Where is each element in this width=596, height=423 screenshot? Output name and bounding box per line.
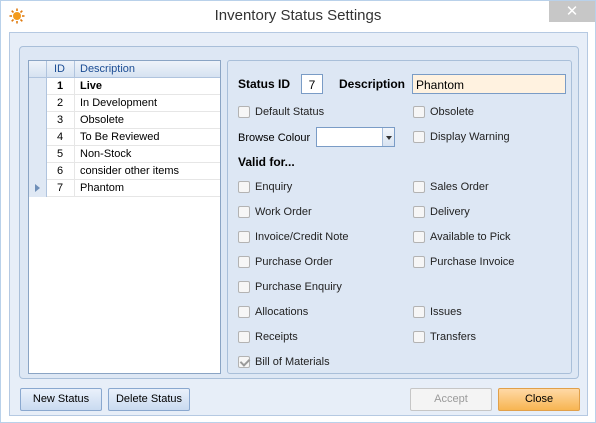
row-indicator — [29, 95, 47, 112]
column-header-id[interactable]: ID — [47, 61, 75, 78]
checkbox-box[interactable] — [238, 231, 250, 243]
row-indicator — [29, 163, 47, 180]
checkbox-label: Sales Order — [430, 181, 489, 193]
chevron-down-icon[interactable] — [382, 128, 394, 146]
browse-colour-label: Browse Colour — [238, 132, 311, 144]
window-title: Inventory Status Settings — [214, 7, 382, 24]
valid-for-heading: Valid for... — [238, 155, 295, 169]
checkbox-label: Receipts — [255, 331, 298, 343]
dialog-window: Inventory Status Settings ✕ ID Descripti… — [0, 0, 596, 423]
row-id: 3 — [47, 112, 75, 129]
checkbox-box[interactable] — [238, 181, 250, 193]
status-id-label: Status ID — [238, 77, 291, 91]
row-indicator — [29, 146, 47, 163]
table-row[interactable]: 3 Obsolete — [29, 112, 220, 129]
row-description: In Development — [80, 97, 158, 109]
checkbox-label: Purchase Invoice — [430, 256, 515, 268]
settings-panel: ID Description 1 Live 2 In Development 3… — [19, 46, 579, 379]
column-header-description[interactable]: Description — [75, 61, 220, 78]
description-field[interactable]: Phantom — [412, 74, 566, 94]
row-indicator — [29, 129, 47, 146]
status-grid[interactable]: ID Description 1 Live 2 In Development 3… — [28, 60, 221, 374]
row-id: 5 — [47, 146, 75, 163]
checkbox-label: Allocations — [255, 306, 309, 318]
checkbox-label: Purchase Order — [255, 256, 333, 268]
browse-colour-dropdown[interactable] — [316, 127, 395, 147]
row-description: Non-Stock — [80, 148, 132, 160]
status-detail-panel: Status ID 7 Description Phantom Default … — [227, 60, 572, 374]
checkbox-box[interactable] — [238, 106, 250, 118]
checkbox-label: Default Status — [255, 106, 325, 118]
checkbox-label: Purchase Enquiry — [255, 281, 342, 293]
row-id: 7 — [47, 180, 75, 197]
row-description: Live — [80, 80, 103, 92]
checkbox-label: Available to Pick — [430, 231, 511, 243]
checkbox-box[interactable] — [413, 331, 425, 343]
checkbox-label: Transfers — [430, 331, 477, 343]
title-bar: Inventory Status Settings ✕ — [1, 1, 595, 31]
checkbox-box[interactable] — [413, 306, 425, 318]
row-description: To Be Reviewed — [80, 131, 160, 143]
table-row[interactable]: 2 In Development — [29, 95, 220, 112]
table-row-selected[interactable]: 7 Phantom — [29, 180, 220, 197]
row-id: 6 — [47, 163, 75, 180]
new-status-button[interactable]: New Status — [20, 388, 102, 411]
checkbox-box[interactable] — [238, 306, 250, 318]
row-description: Phantom — [80, 182, 125, 194]
grid-header: ID Description — [29, 61, 220, 78]
row-indicator-header — [29, 61, 47, 78]
checkbox-label: Delivery — [430, 206, 470, 218]
checkbox-box[interactable] — [238, 256, 250, 268]
checkbox-label: Invoice/Credit Note — [255, 231, 349, 243]
row-indicator — [29, 180, 47, 197]
checkbox-box[interactable] — [413, 131, 425, 143]
checkbox-box-checked[interactable] — [238, 356, 250, 368]
close-window-icon[interactable]: ✕ — [549, 1, 595, 22]
checkbox-box[interactable] — [413, 231, 425, 243]
checkbox-box[interactable] — [413, 106, 425, 118]
table-row[interactable]: 5 Non-Stock — [29, 146, 220, 163]
row-indicator — [29, 112, 47, 129]
checkbox-label: Work Order — [255, 206, 312, 218]
row-indicator — [29, 78, 47, 95]
checkbox-label: Display Warning — [430, 131, 510, 143]
checkbox-box[interactable] — [238, 331, 250, 343]
row-id: 4 — [47, 129, 75, 146]
row-description: consider other items — [80, 165, 180, 177]
close-button[interactable]: Close — [498, 388, 580, 411]
description-label: Description — [339, 77, 406, 91]
checkbox-box[interactable] — [238, 206, 250, 218]
dialog-body: ID Description 1 Live 2 In Development 3… — [9, 32, 588, 416]
delete-status-button[interactable]: Delete Status — [108, 388, 190, 411]
row-id: 2 — [47, 95, 75, 112]
checkbox-box[interactable] — [413, 206, 425, 218]
checkbox-box[interactable] — [238, 281, 250, 293]
table-row[interactable]: 6 consider other items — [29, 163, 220, 180]
status-id-field[interactable]: 7 — [301, 74, 323, 94]
table-row[interactable]: 4 To Be Reviewed — [29, 129, 220, 146]
row-id: 1 — [47, 78, 75, 95]
checkbox-box[interactable] — [413, 181, 425, 193]
checkbox-label: Issues — [430, 306, 462, 318]
checkbox-label: Obsolete — [430, 106, 475, 118]
accept-button[interactable]: Accept — [410, 388, 492, 411]
checkbox-label: Enquiry — [255, 181, 293, 193]
checkbox-box[interactable] — [413, 256, 425, 268]
row-description: Obsolete — [80, 114, 125, 126]
table-row[interactable]: 1 Live — [29, 78, 220, 95]
checkbox-label: Bill of Materials — [255, 356, 330, 368]
current-row-arrow-icon — [35, 184, 40, 192]
